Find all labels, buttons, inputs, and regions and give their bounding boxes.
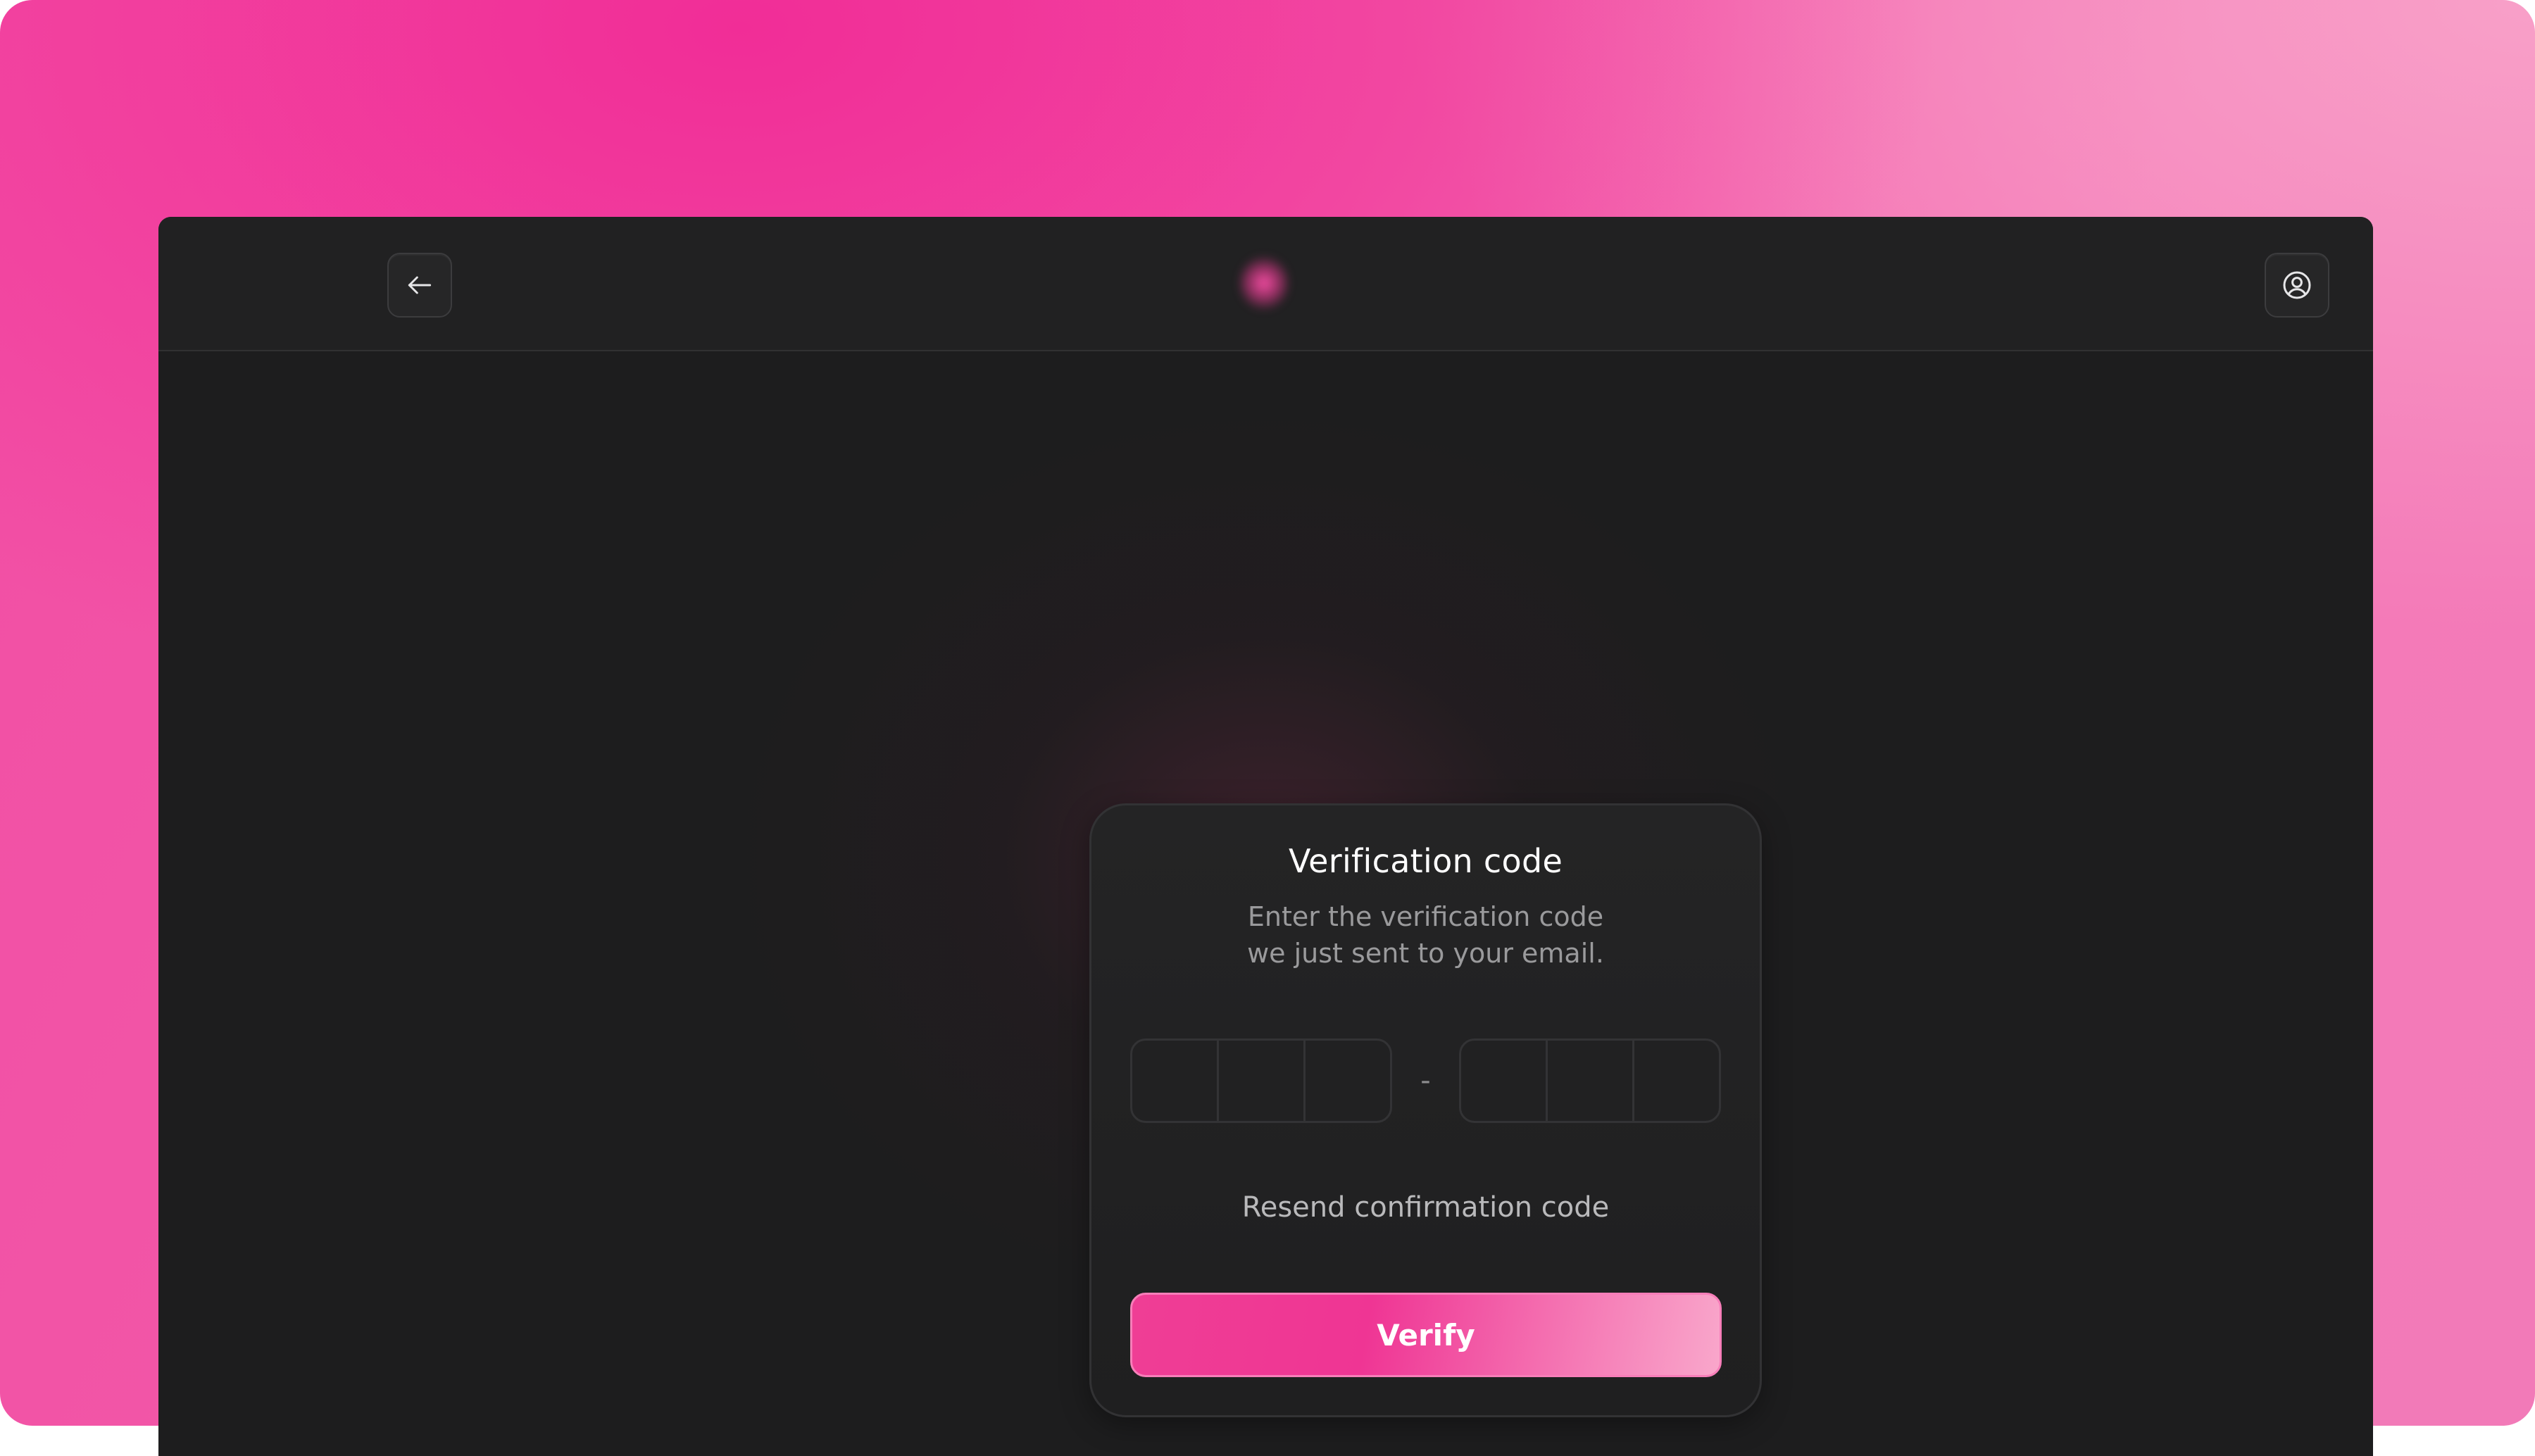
code-separator: - bbox=[1420, 1065, 1431, 1097]
code-digit-4[interactable] bbox=[1461, 1041, 1548, 1121]
code-group-second bbox=[1459, 1038, 1721, 1123]
code-digit-5[interactable] bbox=[1548, 1041, 1634, 1121]
card-subtitle: Enter the verification code we just sent… bbox=[1247, 901, 1604, 969]
code-digit-2[interactable] bbox=[1219, 1041, 1306, 1121]
app-window: Verification code Enter the verification… bbox=[158, 217, 2373, 1456]
arrow-left-icon bbox=[408, 276, 432, 294]
profile-button[interactable] bbox=[2265, 253, 2329, 318]
code-digit-6[interactable] bbox=[1634, 1041, 1719, 1121]
cursor-indicator bbox=[1239, 255, 1289, 311]
verification-card: Verification code Enter the verification… bbox=[1089, 803, 1762, 1417]
code-digit-3[interactable] bbox=[1306, 1041, 1390, 1121]
card-title: Verification code bbox=[1288, 842, 1563, 880]
code-digit-1[interactable] bbox=[1132, 1041, 1219, 1121]
code-group-first bbox=[1130, 1038, 1392, 1123]
resend-code-link[interactable]: Resend confirmation code bbox=[1091, 1191, 1760, 1224]
back-button[interactable] bbox=[387, 253, 452, 318]
verify-button[interactable]: Verify bbox=[1130, 1293, 1722, 1377]
user-circle-icon bbox=[2283, 271, 2311, 299]
